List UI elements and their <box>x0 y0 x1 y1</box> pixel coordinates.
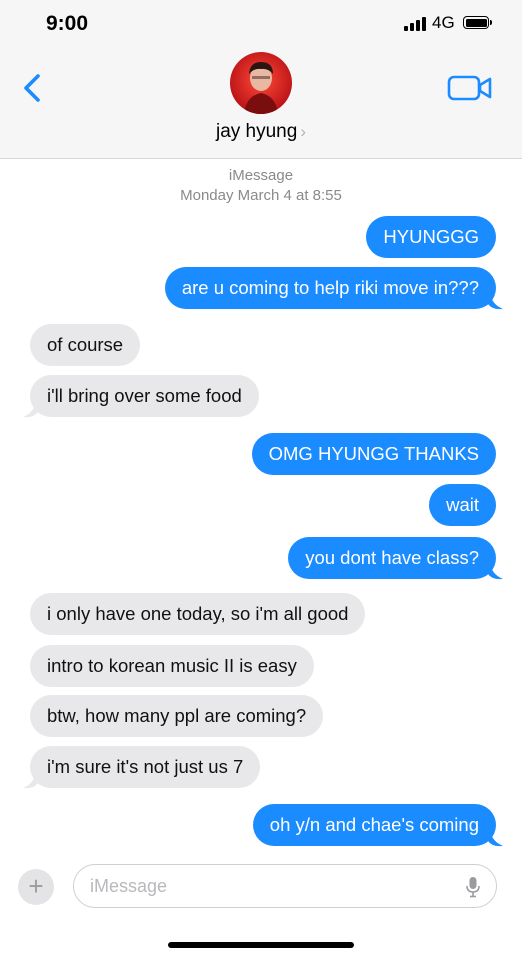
bubble-tail <box>23 771 38 789</box>
conversation-header: 9:00 4G jay hyung › <box>0 0 522 159</box>
battery-tip <box>490 20 492 25</box>
incoming-message-bubble[interactable]: i only have one today, so i'm all good <box>30 593 366 635</box>
message-input-placeholder: iMessage <box>90 876 168 896</box>
avatar-photo <box>230 52 292 114</box>
microphone-icon[interactable] <box>466 876 480 898</box>
outgoing-message-bubble[interactable]: wait <box>429 484 496 526</box>
home-indicator[interactable] <box>168 942 354 948</box>
status-time: 9:00 <box>46 12 89 35</box>
network-type: 4G <box>432 13 455 32</box>
back-chevron-icon[interactable] <box>18 70 48 106</box>
outgoing-message-bubble[interactable]: you dont have class? <box>288 537 496 579</box>
contact-avatar[interactable] <box>230 52 292 114</box>
bubble-tail <box>488 562 503 580</box>
video-camera-icon[interactable] <box>447 74 493 102</box>
outgoing-message-bubble[interactable]: oh y/n and chae's coming <box>252 804 496 846</box>
outgoing-message-bubble[interactable]: are u coming to help riki move in??? <box>164 267 496 309</box>
bubble-tail <box>23 400 38 418</box>
contact-name-row[interactable]: jay hyung › <box>0 121 522 143</box>
outgoing-message-bubble[interactable]: HYUNGGG <box>366 216 496 258</box>
battery-icon <box>463 16 489 29</box>
contact-name[interactable]: jay hyung <box>216 121 297 142</box>
bubble-tail <box>488 292 503 310</box>
thread-timestamp: Monday March 4 at 8:55 <box>180 187 342 204</box>
service-label: iMessage <box>228 167 294 184</box>
signal-icon <box>404 17 426 31</box>
message-input[interactable]: iMessage <box>73 864 497 908</box>
incoming-message-bubble[interactable]: i'll bring over some food <box>30 375 259 417</box>
incoming-message-bubble[interactable]: i'm sure it's not just us 7 <box>30 746 261 788</box>
bubble-tail <box>488 829 503 847</box>
contact-chevron-icon: › <box>300 122 306 141</box>
incoming-message-bubble[interactable]: btw, how many ppl are coming? <box>30 695 324 737</box>
plus-icon[interactable]: + <box>18 869 54 905</box>
incoming-message-bubble[interactable]: intro to korean music II is easy <box>30 645 314 687</box>
incoming-message-bubble[interactable]: of course <box>30 324 141 366</box>
outgoing-message-bubble[interactable]: OMG HYUNGG THANKS <box>251 433 496 475</box>
